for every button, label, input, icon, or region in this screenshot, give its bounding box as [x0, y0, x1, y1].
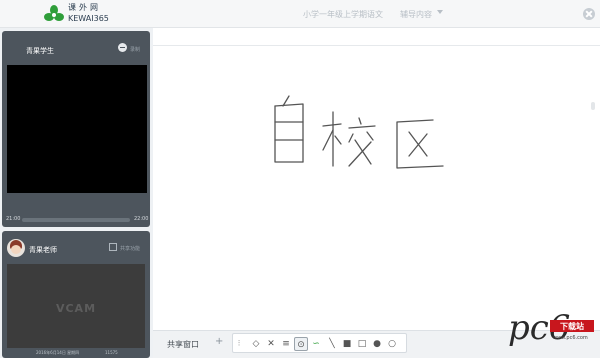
course-title: 小学一年级上学期语文 — [303, 10, 383, 19]
student-video — [7, 65, 147, 193]
share-checkbox[interactable] — [109, 243, 117, 251]
brand-name: 课外网 — [68, 3, 101, 12]
scrollbar[interactable] — [591, 102, 595, 110]
teacher-name: 青果老师 — [29, 246, 57, 254]
brand-domain: KEWAI365 — [68, 14, 109, 23]
class-progress-bar[interactable] — [22, 218, 130, 222]
kewai-logo-icon — [44, 5, 64, 21]
handwriting-drawing — [274, 95, 444, 169]
teacher-video: VCAM — [7, 264, 145, 348]
handle-icon[interactable]: ⁝ — [236, 337, 242, 351]
assist-menu[interactable]: 辅导内容 — [400, 9, 432, 20]
brand: 课外网 KEWAI365 — [68, 3, 109, 24]
pc6-watermark: pc6 下载站 www.pc6.com — [508, 308, 598, 356]
watermark-url: www.pc6.com — [553, 335, 588, 341]
record-icon[interactable] — [118, 43, 127, 52]
line-icon[interactable]: ╲ — [325, 337, 339, 351]
filled-circle-icon[interactable]: ● — [370, 337, 384, 351]
add-button[interactable]: + — [215, 336, 223, 347]
rect-icon[interactable]: □ — [355, 337, 369, 351]
class-end-time: 22:00 — [134, 216, 149, 222]
share-checkbox-label[interactable]: 共享功能 — [120, 245, 140, 252]
filled-rect-icon[interactable]: ■ — [340, 337, 354, 351]
avatar — [7, 239, 25, 257]
class-start-time: 21:00 — [6, 216, 21, 222]
share-window-button[interactable]: 共享窗口 — [167, 339, 199, 350]
line-width-icon[interactable]: ≡ — [279, 337, 293, 351]
whiteboard-divider — [153, 45, 600, 46]
clear-icon[interactable]: ✕ — [264, 337, 278, 351]
circle-icon[interactable]: ○ — [385, 337, 399, 351]
student-panel: 青果学生 录制 21:00 22:00 — [2, 31, 150, 227]
whiteboard[interactable] — [153, 28, 600, 330]
teacher-date: 2016年6月14日 星期四 — [36, 350, 80, 355]
drawing-tools: ⁝ ◇ ✕ ≡ ⊙ ∽ ╲ ■ □ ● ○ — [232, 333, 407, 353]
video-sidebar: 青果学生 录制 21:00 22:00 青果老师 共享功能 VCAM 2016年… — [0, 28, 153, 358]
pen-icon[interactable]: ⊙ — [294, 337, 308, 351]
student-name: 青果学生 — [26, 47, 54, 55]
vcam-placeholder: VCAM — [55, 302, 97, 315]
close-button[interactable] — [583, 8, 595, 20]
curve-icon[interactable]: ∽ — [309, 337, 323, 351]
teacher-panel: 青果老师 共享功能 VCAM 2016年6月14日 星期四 11575 — [2, 231, 150, 358]
watermark-box-text: 下载站 — [560, 322, 584, 331]
record-label[interactable]: 录制 — [130, 46, 140, 53]
title-bar: 课外网 KEWAI365 小学一年级上学期语文 辅导内容 — [0, 0, 600, 28]
teacher-code: 11575 — [105, 350, 118, 355]
chevron-down-icon[interactable] — [437, 10, 443, 14]
eraser-icon[interactable]: ◇ — [249, 337, 263, 351]
watermark-box: 下载站 — [550, 320, 594, 332]
